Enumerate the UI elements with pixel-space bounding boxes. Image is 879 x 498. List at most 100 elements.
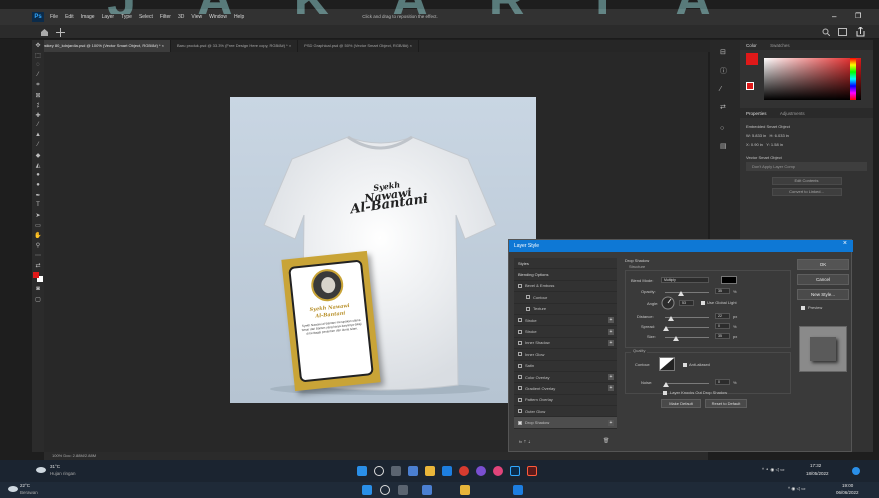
tab-document-1[interactable]: postkey 80_kdnjardia.psd @ 100% (Vector … xyxy=(34,40,172,52)
document-canvas[interactable]: Syekh Nawawi Al-Bantani Syekh Nawawi Al-… xyxy=(230,97,536,403)
style-item[interactable]: Stroke + xyxy=(514,315,617,327)
search-icon[interactable] xyxy=(374,466,384,476)
add-style-icon[interactable]: + xyxy=(608,328,614,335)
opacity-field[interactable]: 35 xyxy=(715,288,730,294)
history-brush-icon[interactable]: ⁄ xyxy=(32,140,44,150)
move-tool-icon[interactable] xyxy=(56,28,65,37)
zoom-tool-icon[interactable]: ⚲ xyxy=(32,240,44,250)
ok-button[interactable]: OK xyxy=(797,259,849,270)
app-icon-2[interactable] xyxy=(493,466,503,476)
menu-layer[interactable]: Layer xyxy=(102,14,115,20)
menu-edit[interactable]: Edit xyxy=(65,14,74,20)
tray-icons[interactable]: ^ ⚬ ◉ ◁ ▭ xyxy=(762,467,785,473)
size-slider[interactable] xyxy=(665,337,709,338)
notification-icon[interactable] xyxy=(852,467,860,475)
windows-start-icon[interactable] xyxy=(357,466,367,476)
stamp-tool-icon[interactable]: ▲ xyxy=(32,130,44,140)
opacity-slider[interactable] xyxy=(665,292,709,293)
style-checkbox[interactable] xyxy=(518,363,522,368)
lightbulb-icon[interactable]: ○ xyxy=(720,125,740,132)
style-item[interactable]: Gradient Overlay + xyxy=(514,383,617,395)
use-global-light-checkbox[interactable] xyxy=(701,301,705,305)
search-icon[interactable] xyxy=(380,485,390,495)
style-item[interactable]: Bevel & Emboss xyxy=(514,281,617,293)
layers-icon[interactable]: ▤ xyxy=(720,142,740,150)
style-checkbox[interactable] xyxy=(518,352,522,357)
style-item[interactable]: Pattern Overlay xyxy=(514,395,617,407)
adjust-icon[interactable]: ⇄ xyxy=(720,103,740,111)
screen-mode-icon[interactable]: ▢ xyxy=(32,294,44,304)
contour-preview[interactable] xyxy=(659,357,675,371)
blur-tool-icon[interactable]: ● xyxy=(32,170,44,180)
menu-window[interactable]: Window xyxy=(209,14,227,20)
eyedropper-icon[interactable]: ⁒ xyxy=(32,100,44,110)
spread-slider[interactable] xyxy=(665,327,709,328)
windows-start-icon[interactable] xyxy=(362,485,372,495)
add-style-icon[interactable]: + xyxy=(608,339,614,346)
style-checkbox[interactable] xyxy=(518,420,522,425)
app-icon[interactable] xyxy=(476,466,486,476)
search-icon[interactable] xyxy=(822,28,830,36)
file-explorer-icon[interactable] xyxy=(460,485,470,495)
knockout-checkbox[interactable] xyxy=(663,391,667,395)
style-checkbox[interactable] xyxy=(518,375,522,380)
w-value[interactable]: 5.833 in xyxy=(752,133,766,138)
eraser-tool-icon[interactable]: ◆ xyxy=(32,150,44,160)
menu-view[interactable]: View xyxy=(191,14,202,20)
tab-color[interactable]: Color xyxy=(740,40,763,51)
foreground-color-swatch[interactable] xyxy=(746,53,758,65)
share-icon[interactable] xyxy=(856,27,865,37)
workspace-icon[interactable] xyxy=(838,28,847,36)
pen-tool-icon[interactable]: ✒ xyxy=(32,190,44,200)
tray-icons-2[interactable]: ^ ◉ ◁ ▭ xyxy=(788,486,806,492)
noise-slider[interactable] xyxy=(665,383,709,384)
angle-dial[interactable] xyxy=(661,296,675,310)
spread-field[interactable]: 0 xyxy=(715,323,730,329)
quick-mask-icon[interactable]: ◙ xyxy=(32,284,44,294)
dodge-tool-icon[interactable]: ● xyxy=(32,180,44,190)
style-item[interactable]: Stroke + xyxy=(514,326,617,338)
quick-select-icon[interactable]: ⁄ xyxy=(32,70,44,80)
style-checkbox[interactable] xyxy=(518,340,522,345)
illustrator-taskbar-icon[interactable] xyxy=(527,466,537,476)
layer-comp-select[interactable]: Don't Apply Layer Comp xyxy=(746,162,867,171)
crop-tool-icon[interactable]: ⌗ xyxy=(32,80,44,90)
shadow-color-swatch[interactable] xyxy=(721,276,737,284)
style-item[interactable]: Inner Shadow + xyxy=(514,338,617,350)
reset-default-button[interactable]: Reset to Default xyxy=(705,399,747,408)
store-icon[interactable] xyxy=(513,485,523,495)
opacity-knob[interactable] xyxy=(678,291,684,296)
tab-document-3[interactable]: PSD Graphical.psd @ 50% (Vector Smart Ob… xyxy=(298,40,419,52)
style-item[interactable]: Drop Shadow + xyxy=(514,417,617,429)
history-icon[interactable]: ⊟ xyxy=(720,48,740,56)
info-icon[interactable]: ⓘ xyxy=(720,66,740,76)
color-picker-field[interactable] xyxy=(764,58,861,100)
tab-adjustments[interactable]: Adjustments xyxy=(774,108,811,119)
style-item[interactable]: Blending Options xyxy=(514,269,617,281)
file-explorer-icon[interactable] xyxy=(425,466,435,476)
style-item[interactable]: Inner Glow xyxy=(514,349,617,361)
add-style-icon[interactable]: + xyxy=(608,419,614,426)
photoshop-taskbar-icon[interactable] xyxy=(510,466,520,476)
style-checkbox[interactable] xyxy=(518,283,522,288)
tab-properties[interactable]: Properties xyxy=(740,108,773,119)
close-button[interactable]: × xyxy=(843,240,847,247)
noise-knob[interactable] xyxy=(663,382,669,387)
style-item[interactable]: Styles xyxy=(514,258,617,270)
style-checkbox[interactable] xyxy=(518,386,522,391)
menu-filter[interactable]: Filter xyxy=(160,14,171,20)
add-style-icon[interactable]: + xyxy=(608,317,614,324)
path-select-icon[interactable]: ➤ xyxy=(32,210,44,220)
style-checkbox[interactable] xyxy=(518,397,522,402)
color-swatches[interactable] xyxy=(32,270,44,284)
trash-icon[interactable]: 🗑 xyxy=(603,438,609,444)
noise-field[interactable]: 0 xyxy=(715,379,730,385)
add-style-icon[interactable]: + xyxy=(608,374,614,381)
style-item[interactable]: Contour xyxy=(514,292,617,304)
distance-knob[interactable] xyxy=(668,316,674,321)
anti-aliased-checkbox[interactable] xyxy=(683,363,687,367)
spread-knob[interactable] xyxy=(663,326,669,331)
home-icon[interactable] xyxy=(40,28,49,36)
fx-controls[interactable]: fx ⇡ ⇣ xyxy=(519,439,531,444)
menu-help[interactable]: Help xyxy=(234,14,244,20)
